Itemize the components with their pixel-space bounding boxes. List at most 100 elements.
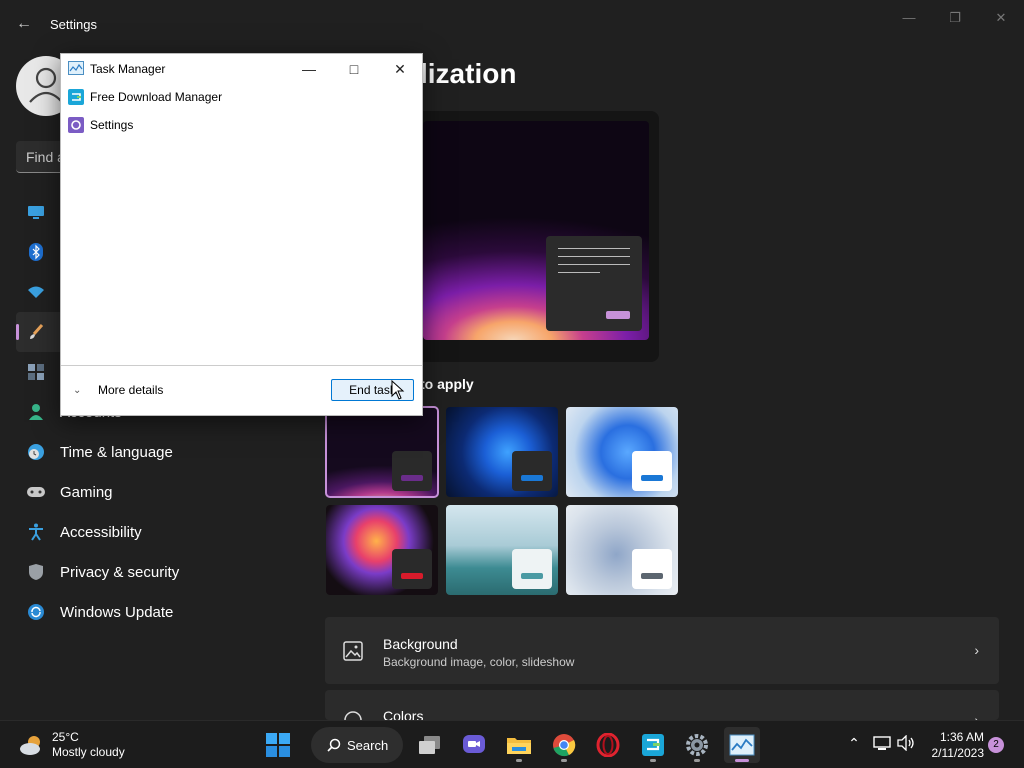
search-label: Search [347, 737, 389, 753]
theme-thumbnail[interactable] [446, 505, 558, 595]
theme-thumbnail[interactable] [446, 407, 558, 497]
chrome-icon [553, 734, 576, 757]
paintbrush-icon [26, 322, 46, 342]
running-indicator [735, 759, 749, 762]
colors-setting-card[interactable]: Colors › [325, 690, 999, 720]
start-button[interactable] [260, 727, 296, 763]
card-title: Colors [383, 708, 424, 720]
app-name: Free Download Manager [90, 90, 223, 104]
tm-minimize-button[interactable]: — [294, 58, 324, 80]
minimize-button[interactable]: — [889, 8, 929, 28]
download-manager-icon [642, 734, 664, 756]
accessibility-icon [26, 522, 46, 542]
task-manager-window: Task Manager — □ ✕ Free Download Manager… [60, 53, 423, 416]
task-manager-icon [68, 61, 84, 75]
weather-temp: 25°C [52, 730, 79, 744]
theme-grid [325, 406, 680, 595]
chevron-down-icon: ⌄ [73, 384, 82, 396]
app-title: Settings [50, 17, 97, 32]
task-manager-title-bar: Task Manager — □ ✕ [61, 54, 422, 84]
running-indicator [694, 759, 700, 762]
back-arrow-icon[interactable]: ← [12, 12, 36, 36]
weather-widget[interactable]: 25°C Mostly cloudy [18, 730, 125, 760]
gamepad-icon [26, 482, 46, 502]
notification-badge[interactable]: 2 [988, 737, 1004, 753]
title-bar: ← Settings — ❐ ✕ [0, 0, 1024, 48]
sidebar-item-accessibility[interactable]: Accessibility [16, 512, 296, 552]
sidebar-item-label: Windows Update [60, 603, 174, 621]
sidebar-item-label: Accessibility [60, 523, 142, 541]
task-manager-button[interactable] [724, 727, 760, 763]
wifi-icon [26, 282, 46, 302]
settings-app-button[interactable] [679, 727, 715, 763]
task-manager-footer: ⌄ More details End task [61, 365, 422, 415]
opera-icon [596, 733, 620, 757]
teams-chat-button[interactable] [456, 727, 492, 763]
update-icon [26, 602, 46, 622]
theme-thumbnail[interactable] [566, 505, 678, 595]
folder-icon [507, 738, 531, 754]
theme-thumbnail[interactable] [566, 407, 678, 497]
sidebar-item-windows-update[interactable]: Windows Update [16, 592, 296, 632]
background-setting-card[interactable]: Background Background image, color, slid… [325, 617, 999, 684]
task-manager-icon [729, 734, 755, 756]
task-view-icon [419, 736, 440, 754]
clock-time: 1:36 AM [939, 730, 984, 744]
list-item[interactable]: Free Download Manager [68, 86, 222, 108]
file-explorer-button[interactable] [501, 727, 537, 763]
cloud-icon [20, 736, 40, 755]
shield-icon [26, 562, 46, 582]
task-manager-title: Task Manager [90, 62, 166, 76]
tm-close-button[interactable]: ✕ [385, 58, 415, 80]
running-indicator [516, 759, 522, 762]
sidebar-item-label: Time & language [60, 443, 173, 461]
sidebar-item-privacy-security[interactable]: Privacy & security [16, 552, 296, 592]
running-indicator [561, 759, 567, 762]
opera-button[interactable] [590, 727, 626, 763]
theme-section-label: to apply [420, 376, 474, 392]
volume-icon[interactable] [896, 734, 916, 755]
theme-thumbnail[interactable] [325, 406, 439, 498]
more-details-button[interactable]: ⌄ More details [73, 383, 163, 397]
restore-button[interactable]: ❐ [935, 8, 975, 28]
chevron-up-icon[interactable]: ⌃ [844, 735, 864, 755]
sidebar-item-label: Privacy & security [60, 563, 180, 581]
clock-date: 2/11/2023 [931, 746, 985, 760]
palette-icon [343, 710, 363, 720]
image-icon [343, 641, 363, 661]
theme-thumbnail[interactable] [326, 505, 438, 595]
apps-icon [26, 362, 46, 382]
tm-maximize-button[interactable]: □ [339, 58, 369, 80]
network-icon[interactable] [872, 735, 892, 755]
taskbar-search-button[interactable]: Search [311, 727, 403, 763]
list-item[interactable]: Settings [68, 114, 133, 136]
chevron-right-icon: › [974, 712, 979, 720]
mouse-cursor-icon [391, 380, 405, 400]
windows-logo-icon [266, 733, 290, 757]
weather-condition: Mostly cloudy [52, 745, 125, 759]
free-download-manager-button[interactable] [635, 727, 671, 763]
sidebar-item-time-language[interactable]: Time & language [16, 432, 296, 472]
settings-app-icon [68, 117, 84, 133]
page-title: lization [420, 58, 517, 89]
bluetooth-icon [26, 242, 46, 262]
search-icon [327, 738, 341, 752]
app-name: Settings [90, 118, 134, 132]
gear-icon [686, 734, 708, 756]
taskbar: 25°C Mostly cloudy Search ⌃ 1:36 AM 2/11… [0, 720, 1024, 768]
preview-window-mockup [546, 236, 642, 331]
running-indicator [650, 759, 656, 762]
close-button[interactable]: ✕ [981, 8, 1021, 28]
chrome-button[interactable] [546, 727, 582, 763]
chat-icon [463, 735, 485, 753]
clock[interactable]: 1:36 AM 2/11/2023 [924, 729, 985, 761]
person-icon [26, 402, 46, 422]
chevron-right-icon: › [974, 642, 979, 658]
task-view-button[interactable] [412, 727, 448, 763]
sidebar-item-gaming[interactable]: Gaming [16, 472, 296, 512]
monitor-icon [26, 202, 46, 222]
free-download-manager-icon [68, 89, 84, 105]
card-title: Background [383, 636, 458, 652]
card-subtitle: Background image, color, slideshow [383, 655, 575, 669]
more-details-label: More details [98, 383, 164, 397]
